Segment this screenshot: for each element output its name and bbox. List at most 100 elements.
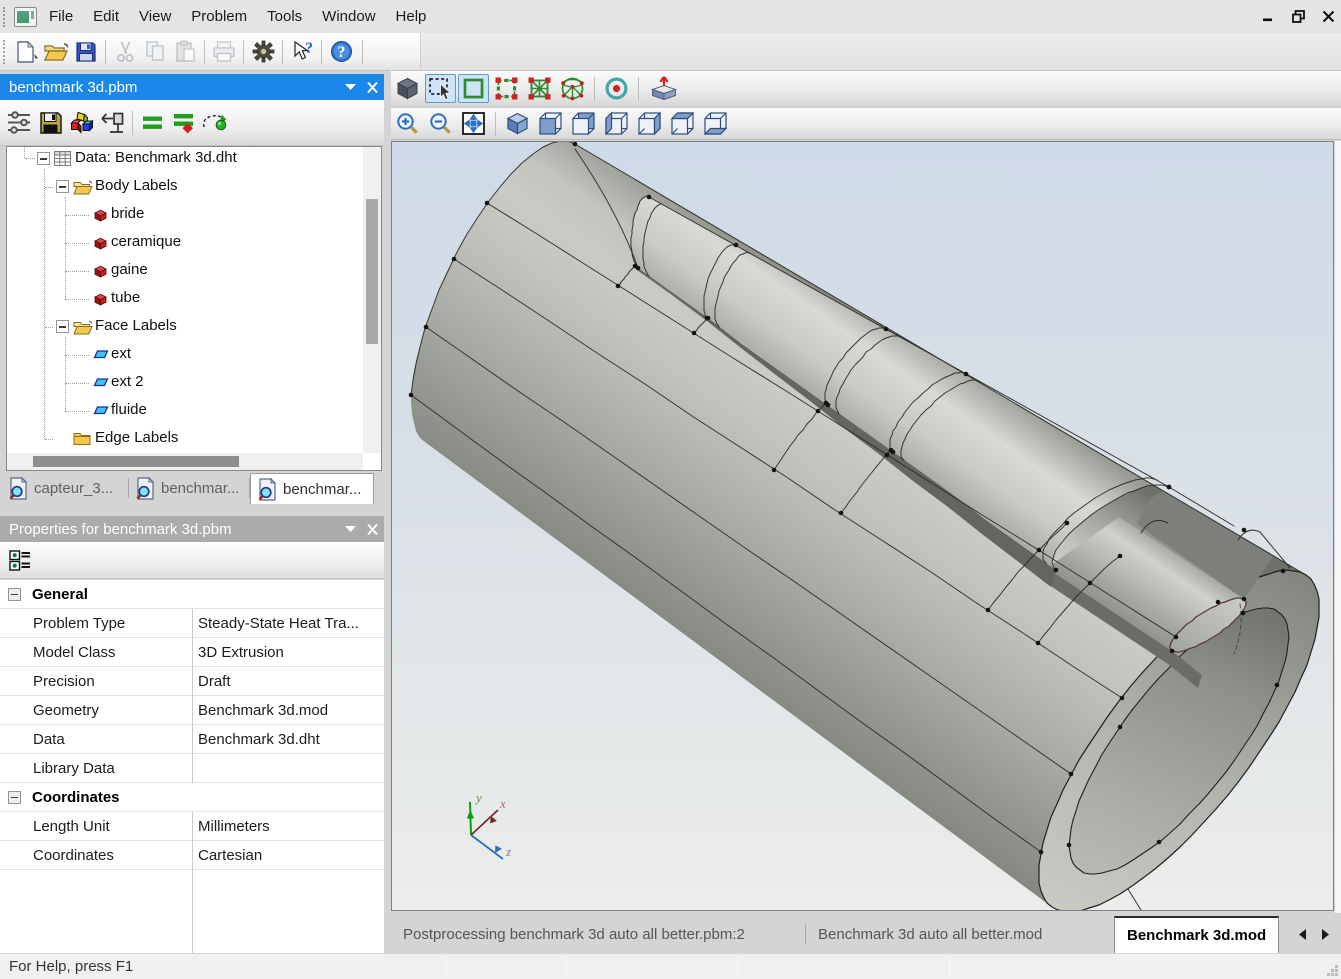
iso-view-button[interactable]	[502, 109, 533, 138]
panel-menu-chevron-icon[interactable]	[340, 81, 362, 93]
doc-tab-benchmark-2[interactable]: benchmar...	[250, 473, 374, 504]
grid-column-divider[interactable]	[192, 609, 193, 783]
model-3d-viewport[interactable]: y x z	[391, 141, 1334, 911]
view-top-button[interactable]	[667, 109, 698, 138]
menu-window[interactable]: Window	[312, 2, 385, 31]
save-data-button[interactable]	[35, 107, 66, 138]
menu-tools[interactable]: Tools	[257, 2, 312, 31]
menu-problem[interactable]: Problem	[181, 2, 257, 31]
panel-close-icon[interactable]	[362, 81, 384, 94]
cut-button[interactable]	[110, 37, 140, 67]
view-left-button[interactable]	[601, 109, 632, 138]
select-pointer-button[interactable]	[425, 74, 456, 103]
menubar-grip[interactable]	[3, 7, 9, 27]
tree-item-gaine[interactable]: gaine	[7, 259, 363, 283]
panel-menu-chevron-icon[interactable]	[340, 523, 362, 535]
close-button[interactable]	[1322, 10, 1335, 23]
view-bottom-button[interactable]	[700, 109, 731, 138]
tree-item-bride[interactable]: bride	[7, 203, 363, 227]
panel-close-icon[interactable]	[362, 523, 384, 536]
menu-edit[interactable]: Edit	[83, 2, 129, 31]
scrollbar-thumb[interactable]	[33, 456, 239, 467]
filter-settings-button[interactable]	[4, 107, 35, 138]
extrude-button[interactable]	[645, 74, 683, 103]
view-toolbar-zoom	[391, 108, 1341, 140]
context-help-icon: ?	[290, 40, 315, 63]
equals-button[interactable]	[137, 107, 168, 138]
rotate-spin-button[interactable]	[199, 107, 230, 138]
tree-item-label: Face Labels	[95, 317, 177, 334]
not-equals-button[interactable]	[168, 107, 199, 138]
context-help-button[interactable]: ?	[287, 37, 317, 67]
select-face-button[interactable]	[458, 74, 489, 103]
tab-scroll-right-icon[interactable]	[1320, 928, 1331, 941]
tree-item-ext-2[interactable]: ext 2	[7, 371, 363, 395]
transfer-data-button[interactable]	[97, 107, 128, 138]
tab-scroll-left-icon[interactable]	[1297, 928, 1308, 941]
problem-doc-tabs: capteur_3... benchmar... benchmar...	[2, 473, 382, 504]
doc-tab-capteur[interactable]: capteur_3...	[2, 473, 129, 504]
view-right-button[interactable]	[634, 109, 665, 138]
view-front-button[interactable]	[535, 109, 566, 138]
target-point-button[interactable]	[601, 74, 632, 103]
grid-column-divider[interactable]	[192, 812, 193, 953]
categorized-view-button[interactable]	[5, 545, 35, 575]
doc-tab-benchmark-1[interactable]: benchmar...	[129, 473, 250, 504]
body-blocks-button[interactable]	[66, 107, 97, 138]
help-button[interactable]: ?	[326, 37, 356, 67]
app-icon[interactable]	[14, 7, 37, 27]
tree-vertical-scrollbar[interactable]	[363, 147, 381, 453]
property-category-general[interactable]: General	[0, 580, 384, 609]
tree-item-tube[interactable]: tube	[7, 287, 363, 311]
view-tab-label: Benchmark 3d auto all better.mod	[818, 926, 1042, 943]
new-document-button[interactable]	[11, 37, 41, 67]
tree-group-edge-labels[interactable]: Edge Labels	[7, 427, 363, 451]
viewport-right-margin	[1335, 141, 1341, 913]
minimize-button[interactable]	[1262, 10, 1275, 23]
tree-horizontal-scrollbar[interactable]	[7, 453, 363, 470]
svg-text:?: ?	[305, 40, 313, 57]
tree-item-ext[interactable]: ext	[7, 343, 363, 367]
view-back-button[interactable]	[568, 109, 599, 138]
select-sphere-button[interactable]	[557, 74, 588, 103]
view-tab-postprocessing[interactable]: Postprocessing benchmark 3d auto all bet…	[391, 916, 806, 953]
select-mesh-button[interactable]	[524, 74, 555, 103]
zoom-in-button[interactable]	[392, 109, 423, 138]
tree-group-face-labels[interactable]: Face Labels	[7, 315, 363, 339]
tree-content[interactable]: Data: Benchmark 3d.dht Body Labels bride ce…	[7, 147, 363, 453]
options-gear-button[interactable]	[248, 37, 278, 67]
copy-button[interactable]	[140, 37, 170, 67]
tree-item-data[interactable]: Data: Benchmark 3d.dht	[7, 147, 363, 171]
open-folder-icon	[73, 179, 93, 195]
menu-file[interactable]: File	[39, 2, 83, 31]
tree-item-ceramique[interactable]: ceramique	[7, 231, 363, 255]
zoom-out-button[interactable]	[425, 109, 456, 138]
property-category-coordinates[interactable]: Coordinates	[0, 783, 384, 812]
category-expander-icon[interactable]	[8, 588, 21, 601]
shaded-cube-button[interactable]	[392, 74, 423, 103]
scrollbar-thumb[interactable]	[366, 199, 378, 344]
main-toolbar: ? ?	[0, 33, 1341, 71]
menu-view[interactable]: View	[129, 2, 181, 31]
save-button[interactable]	[71, 37, 101, 67]
tree-expander-icon[interactable]	[37, 152, 50, 165]
toolbar-grip[interactable]	[3, 40, 8, 64]
tree-expander-icon[interactable]	[56, 180, 69, 193]
category-expander-icon[interactable]	[8, 791, 21, 804]
view-toolbar-selection	[391, 71, 1341, 107]
restore-button[interactable]	[1292, 10, 1305, 23]
tree-expander-icon[interactable]	[56, 320, 69, 333]
open-folder-icon	[43, 40, 69, 63]
select-vertices-button[interactable]	[491, 74, 522, 103]
open-folder-button[interactable]	[41, 37, 71, 67]
tree-group-body-labels[interactable]: Body Labels	[7, 175, 363, 199]
view-tab-benchmark-auto[interactable]: Benchmark 3d auto all better.mod	[806, 916, 1106, 953]
zoom-fit-button[interactable]	[458, 109, 489, 138]
body-cube-icon	[93, 264, 108, 279]
menu-help[interactable]: Help	[386, 2, 437, 31]
paste-button[interactable]	[170, 37, 200, 67]
print-button[interactable]	[209, 37, 239, 67]
resize-grip[interactable]	[1323, 961, 1339, 977]
view-tab-benchmark-3d-mod[interactable]: Benchmark 3d.mod	[1114, 916, 1279, 953]
tree-item-fluide[interactable]: fluide	[7, 399, 363, 423]
